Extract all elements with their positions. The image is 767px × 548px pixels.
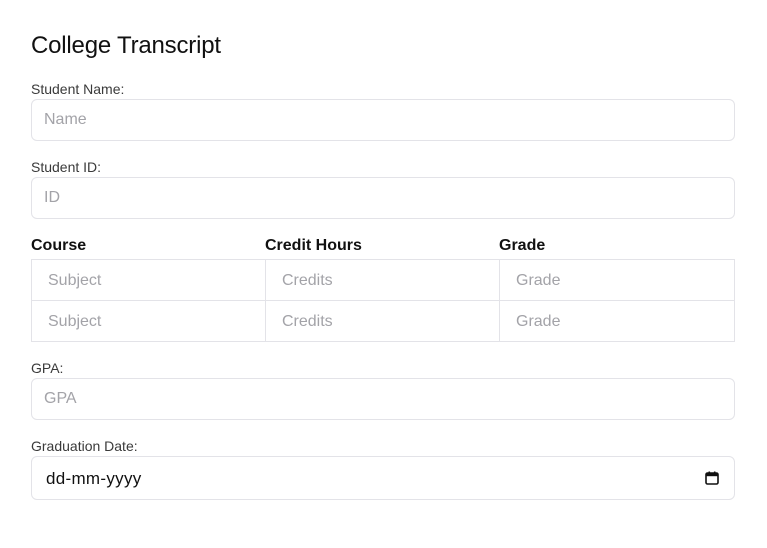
- graduation-date-input[interactable]: dd-mm-yyyy: [31, 456, 735, 500]
- transcript-form-card: College Transcript Student Name: Student…: [0, 0, 767, 548]
- course-grade-input-2[interactable]: [500, 301, 734, 342]
- credit-hours-column-header: Credit Hours: [265, 237, 362, 254]
- student-name-label: Student Name:: [31, 81, 125, 97]
- course-column-header: Course: [31, 237, 87, 254]
- student-name-input[interactable]: [31, 99, 735, 141]
- page-title: College Transcript: [31, 32, 221, 59]
- course-credits-input-1[interactable]: [266, 260, 499, 301]
- course-grade-input-1[interactable]: [500, 260, 734, 301]
- course-credits-input-2[interactable]: [266, 301, 499, 342]
- graduation-date-value: dd-mm-yyyy: [46, 469, 142, 488]
- grade-column-header: Grade: [499, 237, 546, 254]
- calendar-icon[interactable]: [705, 471, 719, 485]
- gpa-label: GPA:: [31, 360, 64, 376]
- course-subject-input-1[interactable]: [32, 260, 265, 301]
- gpa-input[interactable]: [31, 378, 735, 420]
- student-id-input[interactable]: [31, 177, 735, 219]
- graduation-date-label: Graduation Date:: [31, 438, 138, 454]
- student-id-label: Student ID:: [31, 159, 102, 175]
- course-subject-input-2[interactable]: [32, 301, 265, 342]
- courses-table: [31, 259, 735, 342]
